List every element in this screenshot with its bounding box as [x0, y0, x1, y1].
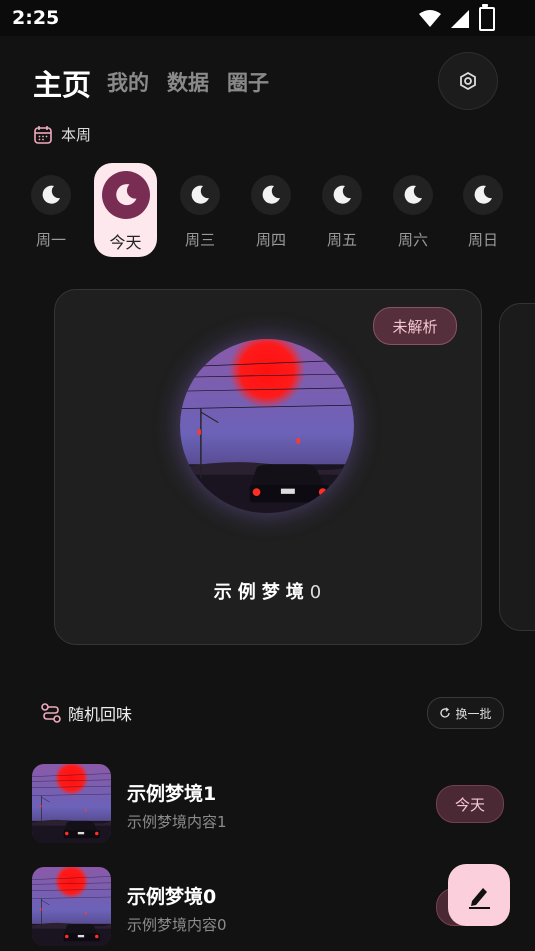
settings-button[interactable] [438, 52, 498, 110]
status-badge: 未解析 [373, 307, 457, 345]
list-item-title[interactable]: 示例梦境1 [127, 779, 216, 806]
tab-mine[interactable]: 我的 [107, 67, 149, 97]
new-dream-button[interactable] [448, 864, 510, 926]
day-monday[interactable]: 周一 [24, 175, 78, 250]
day-label: 周五 [326, 231, 357, 249]
random-header: 随机回味 [40, 701, 132, 725]
dream-thumbnail[interactable] [32, 867, 111, 946]
day-sunday[interactable]: 周日 [456, 175, 510, 250]
dream-image [180, 339, 354, 513]
day-wednesday[interactable]: 周三 [173, 175, 227, 250]
moon-icon [262, 185, 280, 204]
moon-icon [42, 185, 60, 204]
dream-number: 0 [309, 582, 322, 603]
signal-icon [451, 10, 469, 28]
dream-title: 示例梦境0 [0, 578, 535, 604]
tab-circle[interactable]: 圈子 [227, 67, 269, 97]
dream-title-text: 示例梦境 [213, 582, 310, 603]
pen-icon [469, 888, 490, 909]
wifi-icon [419, 10, 441, 27]
status-icons [419, 4, 495, 31]
day-label: 周一 [35, 231, 66, 249]
day-today[interactable]: 今天 [94, 163, 157, 257]
moon-icon [474, 185, 492, 204]
list-item-subtitle: 示例梦境内容1 [127, 813, 227, 831]
day-label: 周三 [184, 231, 215, 249]
moon-icon [333, 185, 351, 204]
refresh-button[interactable]: 换一批 [427, 697, 504, 729]
moon-icon [404, 185, 422, 204]
day-thursday[interactable]: 周四 [244, 175, 298, 250]
date-tag[interactable]: 今天 [436, 785, 504, 823]
random-label: 随机回味 [68, 705, 133, 724]
calendar-icon [34, 125, 52, 144]
moon-icon [115, 184, 136, 206]
day-label: 周日 [467, 231, 498, 249]
day-friday[interactable]: 周五 [315, 175, 369, 250]
day-label: 周四 [255, 231, 286, 249]
week-label: 本周 [61, 126, 92, 144]
tab-data[interactable]: 数据 [167, 67, 209, 97]
refresh-icon [440, 707, 451, 718]
route-icon [41, 703, 61, 723]
status-time: 2:25 [12, 7, 60, 29]
day-label: 今天 [109, 233, 142, 252]
battery-icon [479, 4, 495, 31]
day-label: 周六 [397, 231, 428, 249]
list-item-title[interactable]: 示例梦境0 [127, 882, 216, 909]
refresh-label: 换一批 [455, 706, 492, 721]
gear-icon [460, 71, 476, 91]
moon-icon [191, 185, 209, 204]
list-item-subtitle: 示例梦境内容0 [127, 916, 227, 934]
dream-thumbnail[interactable] [32, 764, 111, 843]
day-saturday[interactable]: 周六 [386, 175, 440, 250]
week-header: 本周 [33, 124, 91, 145]
tab-home[interactable]: 主页 [33, 62, 91, 104]
